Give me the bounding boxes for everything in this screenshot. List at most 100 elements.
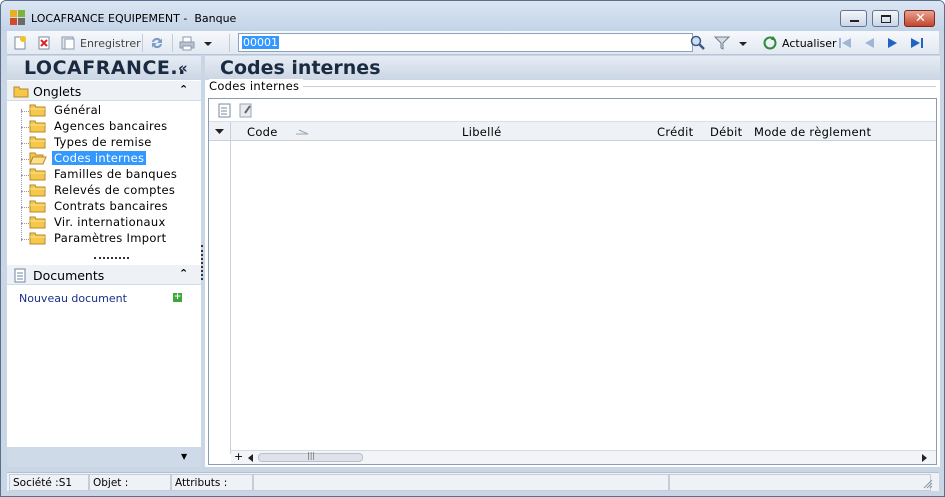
chevron-down-icon[interactable]: ▼ <box>181 452 187 461</box>
new-icon <box>14 36 26 50</box>
delete-icon <box>38 36 50 50</box>
sort-icon <box>296 129 309 135</box>
last-icon <box>911 38 923 48</box>
folder-icon <box>29 104 46 117</box>
first-icon <box>839 38 851 48</box>
column-header-code[interactable]: Code <box>247 125 278 139</box>
print-dropdown[interactable] <box>203 35 219 51</box>
collapse-chevron-icon[interactable]: ⌃ <box>179 83 188 96</box>
folder-icon <box>29 168 46 181</box>
scroll-right-icon[interactable] <box>922 454 928 462</box>
sidebar-item-label: Types de remise <box>54 135 152 149</box>
sidebar-item-label: Vir. internationaux <box>54 215 166 229</box>
row-selector-header[interactable] <box>209 122 231 141</box>
window-title: LOCAFRANCE EQUIPEMENT - Banque <box>31 12 237 25</box>
print-icon <box>179 36 195 51</box>
main-toolbar: Enregistrer 00001 Actualiser <box>7 31 939 55</box>
pane-splitter[interactable] <box>201 245 203 280</box>
onglets-label: Onglets <box>33 84 82 99</box>
chevron-down-icon <box>739 42 747 46</box>
sidebar-item-label: Codes internes <box>52 151 147 165</box>
folder-icon <box>13 86 29 98</box>
column-header-libelle[interactable]: Libellé <box>462 125 502 139</box>
row-selector-column <box>209 141 231 454</box>
last-record-button[interactable] <box>909 35 925 51</box>
filter-dropdown[interactable] <box>738 35 754 51</box>
section-splitter[interactable] <box>94 257 129 259</box>
page-title: Codes internes <box>220 57 381 79</box>
previous-icon <box>865 38 874 48</box>
scroll-left-icon[interactable] <box>248 454 254 462</box>
first-record-button[interactable] <box>837 35 853 51</box>
scroll-thumb[interactable]: ||| <box>258 451 363 462</box>
sync-button[interactable] <box>149 35 165 51</box>
brand-header: LOCAFRANCE.. « <box>7 56 201 80</box>
resize-grip-icon[interactable] <box>923 479 933 489</box>
status-message <box>253 474 669 491</box>
new-document-link[interactable]: Nouveau document <box>19 292 127 305</box>
search-input[interactable]: 00001 <box>238 33 693 52</box>
sidebar-item-label: Général <box>54 103 102 117</box>
next-icon <box>888 38 897 48</box>
grid-toolbar <box>209 99 936 122</box>
title-bar: LOCAFRANCE EQUIPEMENT - Banque ✕ <box>1 1 944 31</box>
app-icon <box>10 10 26 26</box>
save-label[interactable]: Enregistrer <box>80 37 141 50</box>
folder-icon <box>29 184 46 197</box>
minimize-button[interactable] <box>840 10 867 27</box>
grid-header: Code Libellé Crédit Débit Mode de règlem… <box>209 122 936 141</box>
collapse-pane-button[interactable]: « <box>178 59 188 77</box>
group-label: Codes internes <box>209 79 304 93</box>
main-pane: Codes internes Code Libellé Crédit Débit… <box>205 79 940 467</box>
chevron-down-icon <box>204 42 212 46</box>
status-bar: Société :S1 Objet : Attributs : <box>7 472 939 491</box>
maximize-button[interactable] <box>872 10 899 27</box>
save-icon <box>61 36 75 50</box>
folder-icon <box>29 216 46 229</box>
save-button[interactable] <box>60 35 76 51</box>
add-document-icon[interactable]: + <box>173 293 182 302</box>
folder-open-icon <box>29 152 47 165</box>
status-attributs: Attributs : <box>171 474 253 491</box>
data-grid: Code Libellé Crédit Débit Mode de règlem… <box>208 98 937 465</box>
main-header: Codes internes <box>205 56 940 80</box>
refresh-button[interactable] <box>762 35 778 51</box>
search-button[interactable] <box>690 35 706 51</box>
expand-icon[interactable]: + <box>234 450 243 463</box>
horizontal-scrollbar[interactable]: + ||| <box>231 450 936 464</box>
folder-icon <box>29 136 46 149</box>
status-extra <box>669 474 931 491</box>
filter-button[interactable] <box>713 35 731 51</box>
edit-row-button[interactable] <box>239 103 253 118</box>
close-button[interactable]: ✕ <box>904 10 935 27</box>
next-record-button[interactable] <box>885 35 901 51</box>
search-icon <box>690 35 705 50</box>
sidebar-item-label: Relevés de comptes <box>54 183 176 197</box>
onglets-header[interactable]: Onglets ⌃ <box>7 81 201 101</box>
status-societe: Société :S1 <box>9 474 89 491</box>
search-value: 00001 <box>242 36 279 49</box>
document-icon <box>14 268 26 283</box>
folder-icon <box>29 232 46 245</box>
refresh-label[interactable]: Actualiser <box>782 37 837 50</box>
column-header-credit[interactable]: Crédit <box>657 125 693 139</box>
app-window: LOCAFRANCE EQUIPEMENT - Banque ✕ Enregis… <box>0 0 945 497</box>
folder-icon <box>29 200 46 213</box>
collapse-chevron-icon[interactable]: ⌃ <box>179 267 188 280</box>
sidebar-item-label: Agences bancaires <box>54 119 168 133</box>
column-header-mode-reglement[interactable]: Mode de règlement <box>754 125 871 139</box>
column-header-debit[interactable]: Débit <box>710 125 742 139</box>
left-pane: LOCAFRANCE.. « Onglets ⌃ Général Agences … <box>7 56 201 467</box>
print-button[interactable] <box>179 35 195 51</box>
new-row-button[interactable] <box>218 103 232 118</box>
documents-header[interactable]: Documents ⌃ <box>7 265 201 285</box>
delete-button[interactable] <box>36 35 52 51</box>
documents-label: Documents <box>33 268 105 283</box>
pane-footer: ▼ <box>7 447 201 467</box>
brand-name: LOCAFRANCE.. <box>24 57 186 79</box>
sidebar-item-label: Contrats bancaires <box>54 199 168 213</box>
minimize-icon <box>850 20 859 22</box>
previous-record-button[interactable] <box>861 35 877 51</box>
maximize-icon <box>881 15 891 23</box>
new-record-button[interactable] <box>12 35 28 51</box>
